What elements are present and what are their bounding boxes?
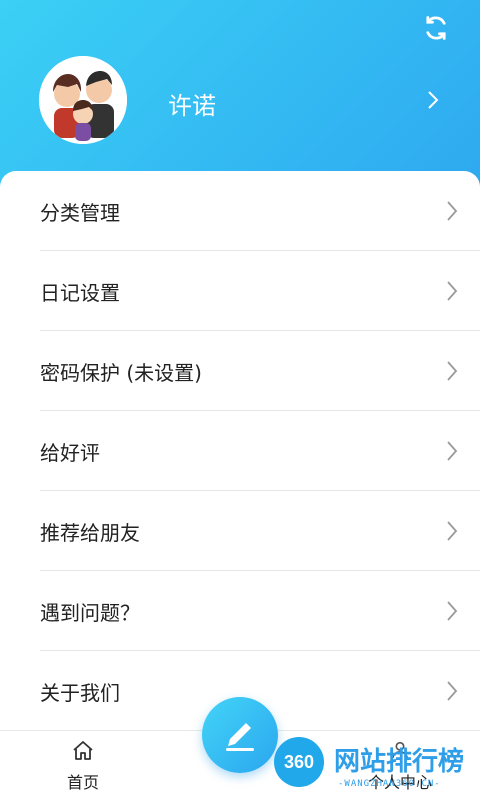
menu-item-label: 推荐给朋友 [40,521,140,545]
tab-home[interactable]: 首页 [60,739,106,793]
menu-item-password[interactable]: 密码保护 (未设置) [0,331,480,411]
menu-item-label: 给好评 [40,441,100,465]
watermark-badge: 360 [274,737,324,787]
avatar[interactable] [39,56,127,144]
chevron-right-icon [446,680,458,702]
menu-item-label: 分类管理 [40,201,120,225]
home-icon [71,739,95,763]
menu-item-label: 日记设置 [40,281,120,305]
sync-icon[interactable] [422,14,450,42]
tab-home-label: 首页 [66,773,99,792]
chevron-right-icon [446,440,458,462]
settings-card: 分类管理 日记设置 密码保护 (未设置) 给好评 推荐给朋友 遇到问题？ 关于我… [0,171,480,731]
menu-item-category[interactable]: 分类管理 [0,171,480,251]
chevron-right-icon [446,280,458,302]
menu-item-rate[interactable]: 给好评 [0,411,480,491]
chevron-right-icon[interactable] [426,90,440,110]
chevron-right-icon [446,200,458,222]
menu-item-label: 密码保护 (未设置) [40,361,202,385]
watermark-logo: 360 网站排行榜 -WANGZHAN360.CN- [268,735,480,800]
menu-item-label: 关于我们 [40,681,120,705]
username[interactable]: 许诺 [168,86,216,121]
chevron-right-icon [446,600,458,622]
chevron-right-icon [446,520,458,542]
watermark-text: 网站排行榜 [334,747,465,777]
menu-item-problem[interactable]: 遇到问题？ [0,571,480,651]
menu-item-label: 遇到问题？ [40,601,140,625]
chevron-right-icon [446,360,458,382]
watermark-subtext: -WANGZHAN360.CN- [338,779,441,789]
new-diary-button[interactable] [202,697,278,773]
menu-item-recommend[interactable]: 推荐给朋友 [0,491,480,571]
profile-header: 许诺 [0,0,480,200]
edit-icon [226,723,254,751]
menu-item-diary-settings[interactable]: 日记设置 [0,251,480,331]
